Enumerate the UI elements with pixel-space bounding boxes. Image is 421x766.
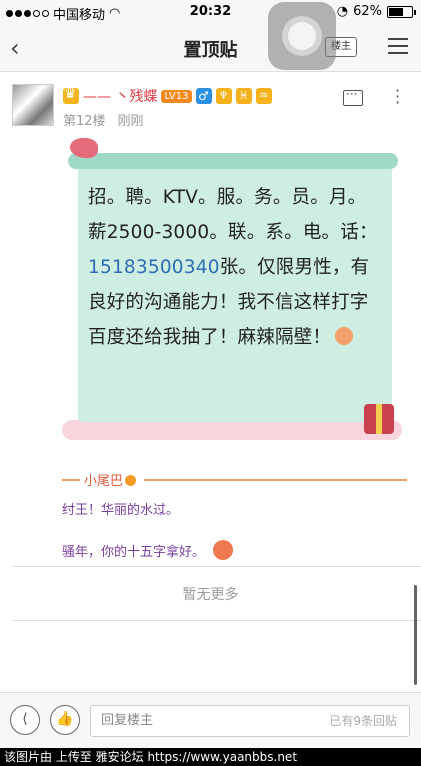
divider bbox=[12, 620, 421, 621]
post-time: 刚刚 bbox=[117, 114, 144, 129]
avatar[interactable] bbox=[12, 84, 54, 126]
no-more-text: 暂无更多 bbox=[182, 587, 239, 603]
post-content: 招。聘。KTV。服。务。员。月。薪2500-3000。联。系。电。话： 15183… bbox=[88, 180, 383, 355]
phone-link[interactable]: 15183500340 bbox=[88, 257, 220, 278]
bird-decoration-icon bbox=[70, 138, 98, 158]
battery-icon bbox=[387, 5, 416, 18]
scrollbar[interactable] bbox=[414, 585, 417, 685]
reply-count: 已有9条回贴 bbox=[329, 714, 397, 728]
badge-icon: ♆ bbox=[215, 88, 232, 104]
male-icon: ♂ bbox=[195, 88, 212, 104]
card-decoration bbox=[68, 153, 398, 169]
post-text: 招。聘。KTV。服。务。员。月。薪2500-3000。联。系。电。话： bbox=[88, 187, 378, 243]
status-right: ◔ 62% bbox=[336, 4, 416, 19]
bottom-bar: ⟨ 👍 回复楼主 已有9条回贴 bbox=[0, 692, 421, 748]
footer-watermark: 该图片由 上传至 雅安论坛 https://www.yaanbbs.net bbox=[0, 748, 421, 766]
tail-line-2: 骚年，你的十五字拿好。 bbox=[62, 540, 234, 560]
emoji-icon bbox=[213, 540, 234, 560]
badge-icon: ♓ bbox=[235, 88, 252, 104]
page-title: 置顶贴 bbox=[183, 40, 238, 61]
badge-icon: ♒ bbox=[255, 88, 272, 104]
nav-bar: ‹ 置顶贴 楼主 bbox=[0, 24, 421, 72]
floor-number: 第12楼 bbox=[63, 114, 106, 129]
reply-input[interactable]: 回复楼主 已有9条回贴 bbox=[90, 705, 410, 737]
user-line: —— 丶残蝶 LV13 ♂ ♆ ♓ ♒ bbox=[63, 86, 272, 106]
crown-icon bbox=[63, 86, 79, 104]
more-icon[interactable]: · · · bbox=[395, 83, 400, 111]
sun-icon bbox=[125, 475, 137, 486]
assistive-touch-button[interactable] bbox=[268, 2, 336, 70]
like-icon[interactable]: 👍 bbox=[50, 705, 80, 735]
username[interactable]: —— 丶残蝶 bbox=[83, 86, 157, 106]
share-icon[interactable]: ⟨ bbox=[10, 705, 40, 735]
menu-icon[interactable] bbox=[388, 38, 408, 59]
level-badge: LV13 bbox=[161, 89, 192, 103]
tail-label: 小尾巴 bbox=[84, 470, 137, 489]
comment-icon[interactable] bbox=[343, 87, 363, 106]
battery-percent: 62% bbox=[353, 4, 382, 19]
angry-emoji-icon bbox=[335, 327, 354, 345]
status-bar: 中国移动 ◠ 20:32 ◔ 62% bbox=[0, 0, 421, 24]
post-meta: 第12楼 刚刚 bbox=[63, 110, 144, 129]
card-decoration bbox=[62, 420, 402, 440]
alarm-icon: ◔ bbox=[336, 4, 349, 19]
gift-decoration-icon bbox=[364, 404, 394, 434]
tail-line-1: 纣王！华丽的水过。 bbox=[62, 503, 180, 518]
tail-header: 小尾巴 bbox=[62, 470, 407, 490]
divider bbox=[12, 566, 421, 567]
